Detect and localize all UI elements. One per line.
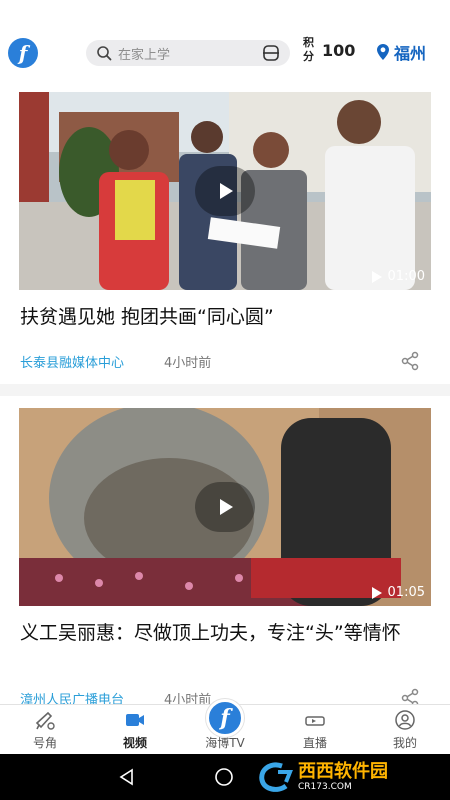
play-button[interactable] xyxy=(195,166,255,216)
nav-item-profile[interactable]: 我的 xyxy=(360,705,450,755)
video-duration: 01:00 xyxy=(371,269,425,284)
nav-label: 号角 xyxy=(32,736,57,750)
profile-icon xyxy=(395,710,415,730)
points-label-top: 积 xyxy=(303,36,314,49)
nav-item-horn[interactable]: 号角 xyxy=(0,705,90,755)
app-logo[interactable]: f xyxy=(8,38,38,68)
watermark-logo-icon xyxy=(259,762,293,792)
play-icon xyxy=(220,183,233,199)
play-small-icon xyxy=(371,270,382,283)
video-meta: 长泰县融媒体中心 4小时前 xyxy=(20,351,430,371)
play-icon xyxy=(220,499,233,515)
top-header: f 在家上学 积 分 100 福州 xyxy=(0,0,450,92)
search-placeholder: 在家上学 xyxy=(118,47,171,63)
video-title[interactable]: 扶贫遇见她 抱团共画“同心圆” xyxy=(20,302,430,333)
scan-icon[interactable] xyxy=(262,44,280,62)
play-button[interactable] xyxy=(195,482,255,532)
bottom-nav: 号角 视频 f 海博TV 直播 我的 xyxy=(0,699,450,755)
home-icon[interactable] xyxy=(214,767,234,787)
duration-text: 01:00 xyxy=(387,269,425,284)
city-name: 福州 xyxy=(394,44,427,63)
nav-label: 视频 xyxy=(122,736,147,750)
video-time: 4小时前 xyxy=(164,355,212,371)
back-icon[interactable] xyxy=(118,768,136,786)
points-value: 100 xyxy=(322,40,356,60)
video-source[interactable]: 漳州人民广播电台 xyxy=(20,689,124,705)
video-source[interactable]: 长泰县融媒体中心 xyxy=(20,352,124,371)
search-bar[interactable]: 在家上学 xyxy=(86,40,290,66)
card-separator xyxy=(0,384,450,396)
city-selector[interactable]: 福州 xyxy=(376,40,426,64)
video-thumbnail[interactable]: 01:05 xyxy=(19,408,431,606)
play-small-icon xyxy=(371,586,382,599)
points-label-bottom: 分 xyxy=(303,50,314,63)
video-icon xyxy=(126,714,144,726)
video-feed[interactable]: 01:00 扶贫遇见她 抱团共画“同心圆” 长泰县融媒体中心 4小时前 01:0… xyxy=(0,92,450,704)
video-thumbnail[interactable]: 01:00 xyxy=(19,92,431,290)
nav-item-video[interactable]: 视频 xyxy=(90,705,180,755)
nav-item-haibo-tv[interactable]: f 海博TV xyxy=(180,699,270,755)
watermark: 西西软件园 CR173.COM xyxy=(256,760,388,794)
video-duration: 01:05 xyxy=(371,585,425,600)
share-icon[interactable] xyxy=(400,351,420,371)
live-icon xyxy=(305,716,325,726)
share-icon[interactable] xyxy=(400,688,420,704)
app-logo-letter: f xyxy=(18,41,28,65)
system-nav-bar: 西西软件园 CR173.COM xyxy=(0,754,450,800)
duration-text: 01:05 xyxy=(387,585,425,600)
location-pin-icon xyxy=(377,44,389,60)
watermark-url: CR173.COM xyxy=(298,781,352,792)
nav-label: 直播 xyxy=(302,736,327,750)
haibo-logo-icon: f xyxy=(206,699,244,737)
video-card[interactable]: 01:05 义工吴丽惠：尽做顶上功夫，专注“头”等情怀 漳州人民广播电台 4小时… xyxy=(0,408,450,704)
watermark-title: 西西软件园 xyxy=(298,760,388,782)
app-screen: f 在家上学 积 分 100 福州 01:00 扶贫遇见她 抱团共画“同心圆” … xyxy=(0,0,450,800)
points-label: 积 分 xyxy=(303,36,314,64)
video-title[interactable]: 义工吴丽惠：尽做顶上功夫，专注“头”等情怀 xyxy=(20,618,430,649)
nav-label: 我的 xyxy=(392,736,417,750)
horn-icon xyxy=(35,711,55,730)
video-time: 4小时前 xyxy=(164,692,212,705)
video-card[interactable]: 01:00 扶贫遇见她 抱团共画“同心圆” 长泰县融媒体中心 4小时前 xyxy=(0,92,450,382)
search-icon xyxy=(97,46,112,61)
points-display[interactable]: 积 分 100 xyxy=(303,36,355,64)
nav-item-live[interactable]: 直播 xyxy=(270,705,360,755)
